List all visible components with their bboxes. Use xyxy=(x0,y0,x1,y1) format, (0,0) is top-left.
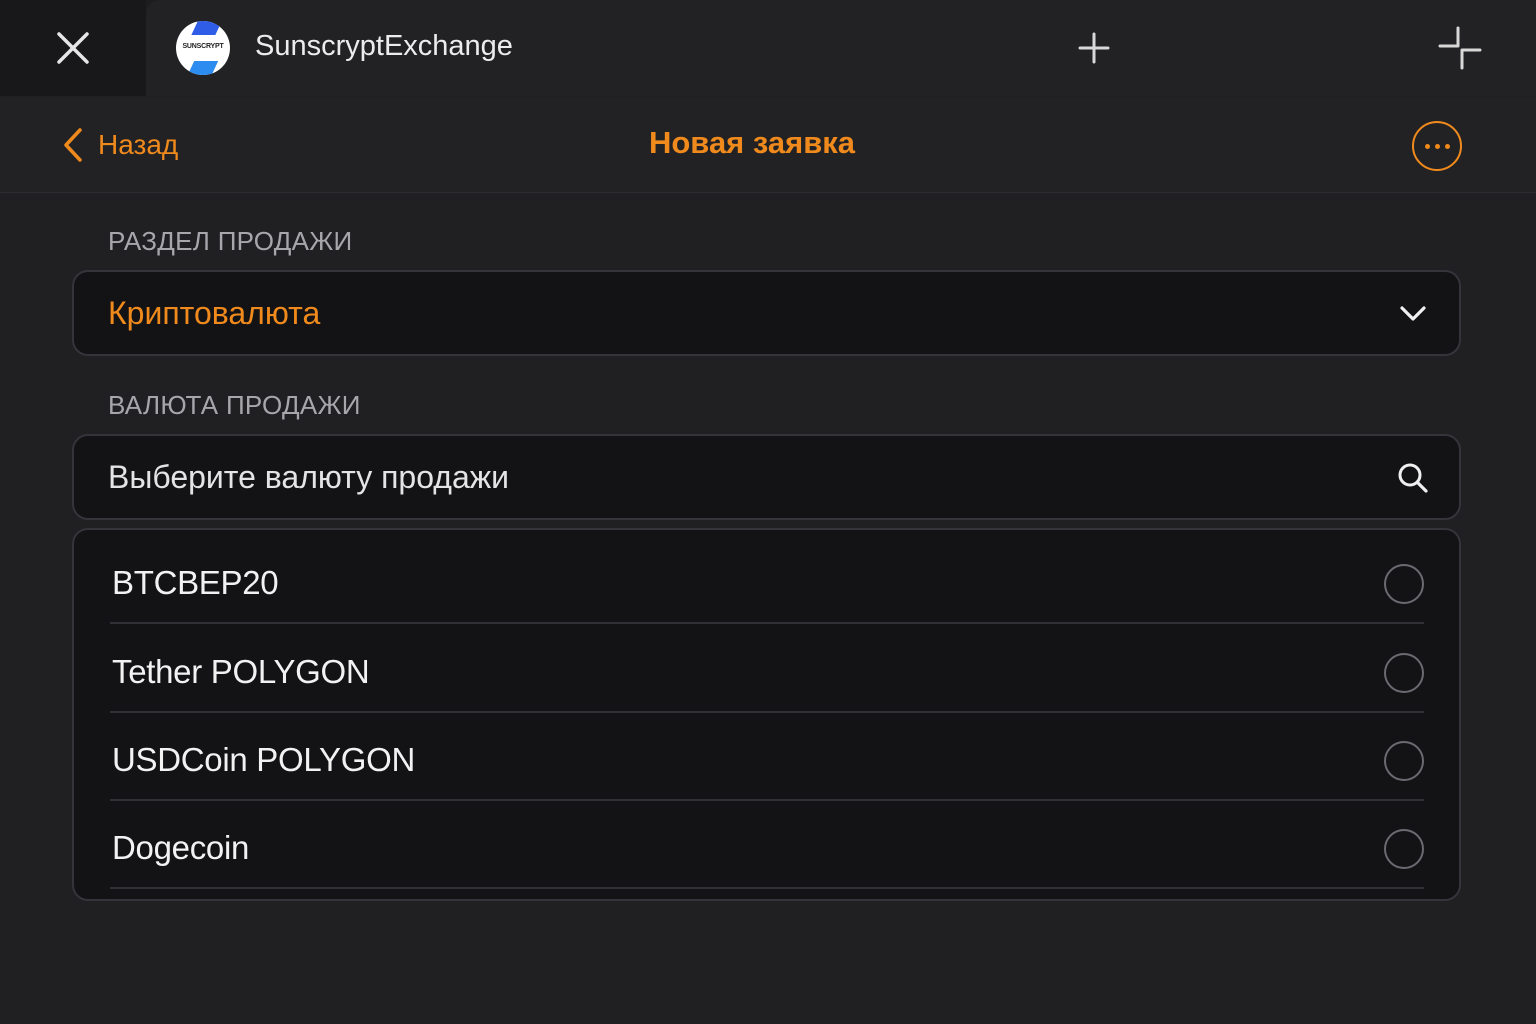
more-icon xyxy=(1424,143,1430,149)
currency-list: BTCBEP20 Tether POLYGON USDCoin POLYGON … xyxy=(72,528,1461,901)
new-tab-button[interactable] xyxy=(1074,28,1114,68)
plus-icon xyxy=(1078,32,1110,64)
app-logo: SUNSCRYPT xyxy=(176,21,230,75)
radio-icon[interactable] xyxy=(1384,653,1424,693)
search-icon xyxy=(1398,463,1428,493)
list-item[interactable]: Dogecoin xyxy=(110,801,1424,889)
list-item[interactable]: USDCoin POLYGON xyxy=(110,713,1424,801)
fullscreen-button[interactable] xyxy=(1436,24,1484,72)
currency-search-input[interactable]: Выберите валюту продажи xyxy=(72,434,1461,520)
sale-section-label: РАЗДЕЛ ПРОДАЖИ xyxy=(108,226,353,256)
radio-icon[interactable] xyxy=(1384,741,1424,781)
window-top-bar: SUNSCRYPT SunscryptExchange xyxy=(0,0,1536,96)
more-options-button[interactable] xyxy=(1412,121,1462,171)
sale-section-value: Криптовалюта xyxy=(108,295,321,331)
radio-icon[interactable] xyxy=(1384,564,1424,604)
currency-search-placeholder: Выберите валюту продажи xyxy=(108,459,510,495)
app-tab[interactable]: SUNSCRYPT SunscryptExchange xyxy=(146,0,1536,96)
logo-text: SUNSCRYPT xyxy=(182,43,224,50)
close-button[interactable] xyxy=(0,0,146,96)
close-icon xyxy=(57,32,89,64)
page-title: Новая заявка xyxy=(648,125,856,160)
sale-section-select[interactable]: Криптовалюта xyxy=(72,270,1461,356)
currency-label: Tether POLYGON xyxy=(112,653,370,690)
navigation-bar: Назад Новая заявка xyxy=(0,97,1536,193)
app-title: SunscryptExchange xyxy=(255,30,513,62)
chevron-down-icon xyxy=(1400,306,1426,321)
currency-label: Dogecoin xyxy=(112,829,250,866)
fullscreen-icon xyxy=(1438,26,1482,70)
currency-label: USDCoin POLYGON xyxy=(112,741,415,778)
list-item[interactable]: BTCBEP20 xyxy=(110,536,1424,624)
list-item[interactable]: Tether POLYGON xyxy=(110,625,1424,713)
currency-label: BTCBEP20 xyxy=(112,564,279,601)
sale-currency-label: ВАЛЮТА ПРОДАЖИ xyxy=(108,390,361,420)
radio-icon[interactable] xyxy=(1384,829,1424,869)
